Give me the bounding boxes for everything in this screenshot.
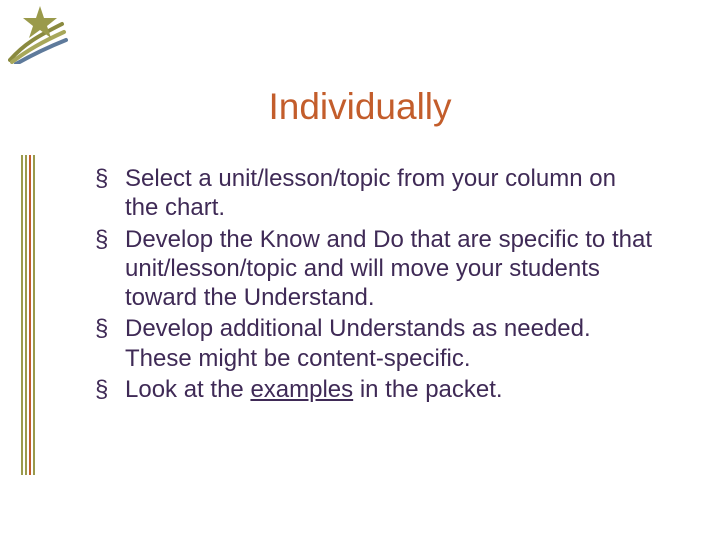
bullet-text: Develop the Know and Do that are specifi… <box>125 226 652 312</box>
bullet-text-pre: Look at the <box>125 376 250 403</box>
rule-line <box>21 155 23 475</box>
examples-link[interactable]: examples <box>250 376 353 403</box>
bullet-text: Develop additional Understands as needed… <box>125 315 591 371</box>
slide: Individually Select a unit/lesson/topic … <box>0 0 720 540</box>
bullet-item: Develop additional Understands as needed… <box>95 314 655 373</box>
rule-line <box>33 155 35 475</box>
bullet-item: Select a unit/lesson/topic from your col… <box>95 164 655 223</box>
bullet-item: Look at the examples in the packet. <box>95 375 655 404</box>
bullet-text: Select a unit/lesson/topic from your col… <box>125 165 616 221</box>
rule-line <box>29 155 31 475</box>
logo-icon <box>8 4 68 64</box>
slide-title: Individually <box>0 86 720 128</box>
vertical-rules <box>21 155 41 475</box>
rule-line <box>25 155 27 475</box>
bullet-text-post: in the packet. <box>353 376 502 403</box>
bullet-item: Develop the Know and Do that are specifi… <box>95 225 655 313</box>
body-text: Select a unit/lesson/topic from your col… <box>95 164 655 406</box>
